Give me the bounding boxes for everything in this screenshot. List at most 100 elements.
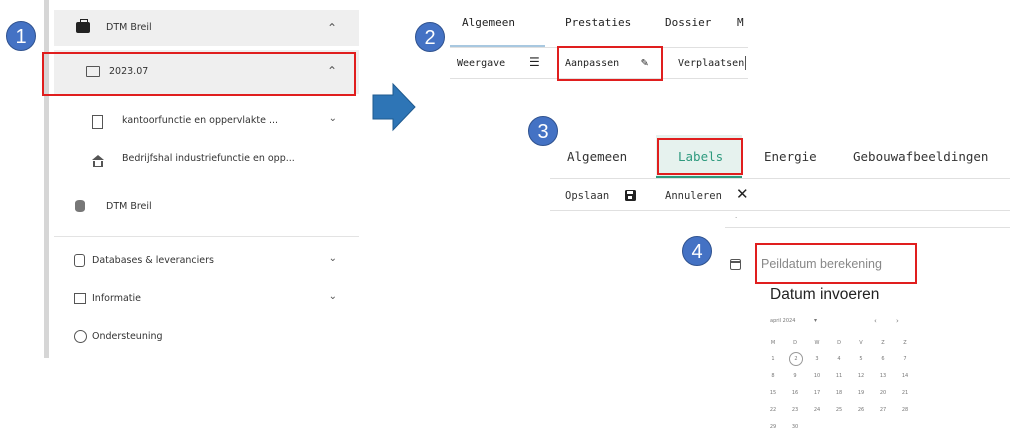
weekday-label: M — [770, 340, 776, 346]
datepicker-title: Datum invoeren — [770, 286, 880, 303]
sidebar-item-kantoor[interactable]: kantoorfunctie en oppervlakte ... ⌄ — [54, 108, 359, 134]
chevron-down-icon[interactable]: ⌄ — [329, 113, 337, 124]
calendar-day[interactable]: 15 — [766, 390, 780, 396]
calendar-day[interactable]: 5 — [854, 356, 868, 362]
calendar-day-selected[interactable]: 2 — [789, 352, 803, 366]
sidebar-item-label: Ondersteuning — [92, 331, 163, 342]
calendar-day[interactable]: 16 — [788, 390, 802, 396]
step-badge-2: 2 — [415, 22, 445, 52]
briefcase-handle — [80, 19, 88, 23]
sidebar-item-label: kantoorfunctie en oppervlakte ... — [122, 115, 279, 126]
calendar-day[interactable]: 17 — [810, 390, 824, 396]
step-badge-3: 3 — [528, 116, 558, 146]
database-settings-icon — [74, 254, 85, 267]
calendar-day[interactable]: 12 — [854, 373, 868, 379]
calendar-day[interactable]: 30 — [788, 424, 802, 430]
tab-gebouwafbeeldingen[interactable]: Gebouwafbeeldingen — [853, 149, 988, 164]
sidebar-item-informatie[interactable]: Informatie ⌄ — [54, 286, 359, 312]
sidebar-item-databases[interactable]: Databases & leveranciers ⌄ — [54, 248, 359, 274]
project-name: DTM Breil — [106, 22, 152, 33]
week-row: 1234567 — [770, 352, 915, 366]
calendar-day[interactable]: 13 — [876, 373, 890, 379]
highlight-box-3 — [657, 138, 743, 175]
calendar-day[interactable]: 10 — [810, 373, 824, 379]
sidebar-item-bedrijfshal[interactable]: Bedrijfshal industriefunctie en opp... — [54, 146, 359, 172]
calendar-day[interactable]: 7 — [898, 356, 912, 362]
calendar-day[interactable]: 23 — [788, 407, 802, 413]
calendar-icon[interactable] — [730, 259, 741, 270]
calendar-day[interactable]: 6 — [876, 356, 890, 362]
sidebar-item-label: Bedrijfshal industriefunctie en opp... — [122, 153, 295, 164]
calendar-day[interactable]: 26 — [854, 407, 868, 413]
calendar-day[interactable]: 20 — [876, 390, 890, 396]
calendar-header: april 2024 ▾ ‹ › — [770, 317, 915, 328]
calendar-day[interactable]: 1 — [766, 356, 780, 362]
sidebar-item-database[interactable]: DTM Breil — [54, 194, 359, 220]
next-month-icon[interactable]: › — [896, 317, 899, 325]
calendar-day[interactable]: 4 — [832, 356, 846, 362]
week-row: 22 23 24 25 26 27 28 — [770, 407, 915, 417]
list-icon[interactable]: ☰ — [529, 55, 540, 69]
bank-icon-base — [93, 161, 103, 167]
calendar-day[interactable]: 25 — [832, 407, 846, 413]
building-icon — [92, 115, 103, 129]
calendar-day[interactable]: 9 — [788, 373, 802, 379]
annuleren-button[interactable]: Annuleren — [665, 190, 722, 202]
calendar-day[interactable]: 18 — [832, 390, 846, 396]
weekday-label: W — [814, 340, 820, 346]
briefcase-icon — [76, 22, 90, 33]
sidebar-item-label: Informatie — [92, 293, 142, 304]
project-header[interactable]: DTM Breil ⌃ — [54, 10, 359, 46]
calendar-day[interactable]: 19 — [854, 390, 868, 396]
calendar-day[interactable]: 8 — [766, 373, 780, 379]
month-label[interactable]: april 2024 — [770, 318, 795, 324]
tab-more[interactable]: M — [737, 16, 744, 29]
weekday-row: MDWDVZZ — [770, 340, 915, 350]
arrow-right-icon — [372, 82, 416, 132]
weekday-label: D — [837, 340, 841, 346]
calendar-day[interactable]: 11 — [832, 373, 846, 379]
sidebar-item-label: DTM Breil — [106, 201, 152, 212]
tab-divider — [550, 178, 1010, 179]
calendar-day[interactable]: 24 — [810, 407, 824, 413]
chevron-down-icon[interactable]: ⌄ — [329, 253, 337, 264]
step-badge-4: 4 — [682, 236, 712, 266]
sidebar-item-ondersteuning[interactable]: Ondersteuning — [54, 324, 359, 350]
calendar-day[interactable]: 29 — [766, 424, 780, 430]
calendar-day[interactable]: 22 — [766, 407, 780, 413]
content-divider — [725, 227, 1010, 228]
highlight-box-2 — [557, 46, 663, 81]
month-dropdown-icon[interactable]: ▾ — [814, 317, 817, 324]
save-icon[interactable] — [625, 190, 636, 201]
chevron-down-icon[interactable]: ⌄ — [329, 291, 337, 302]
tab-dossier[interactable]: Dossier — [665, 16, 711, 29]
tab-algemeen[interactable]: Algemeen — [567, 149, 627, 164]
calendar-day[interactable]: 28 — [898, 407, 912, 413]
bank-icon — [92, 155, 104, 160]
calendar-day[interactable]: 14 — [898, 373, 912, 379]
divider — [54, 236, 359, 237]
tab-algemeen[interactable]: Algemeen — [462, 16, 515, 29]
prev-month-icon[interactable]: ‹ — [874, 317, 877, 325]
tab-prestaties[interactable]: Prestaties — [565, 16, 631, 29]
weergave-button[interactable]: Weergave — [457, 58, 505, 69]
calendar-day[interactable]: 3 — [810, 356, 824, 362]
week-row: 15 16 17 18 19 20 21 — [770, 390, 915, 400]
close-icon[interactable]: ✕ — [736, 185, 749, 203]
highlight-box-4 — [755, 243, 917, 284]
chevron-up-icon[interactable]: ⌃ — [327, 21, 337, 35]
week-row: 29 30 — [770, 424, 915, 434]
calendar-day[interactable]: 21 — [898, 390, 912, 396]
verplaatsen-button[interactable]: Verplaatsen — [678, 58, 744, 69]
weekday-label: Z — [881, 340, 885, 346]
weekday-label: V — [859, 340, 863, 346]
calendar-day[interactable]: 27 — [876, 407, 890, 413]
tab-energie[interactable]: Energie — [764, 149, 817, 164]
week-row: 8 9 10 11 12 13 14 — [770, 373, 915, 383]
sidebar-item-label: Databases & leveranciers — [92, 255, 214, 266]
toolbar-divider — [550, 210, 1010, 211]
dot-marker: . — [735, 212, 738, 220]
step-badge-1: 1 — [6, 21, 36, 51]
database-icon — [75, 200, 85, 212]
opslaan-button[interactable]: Opslaan — [565, 190, 609, 202]
